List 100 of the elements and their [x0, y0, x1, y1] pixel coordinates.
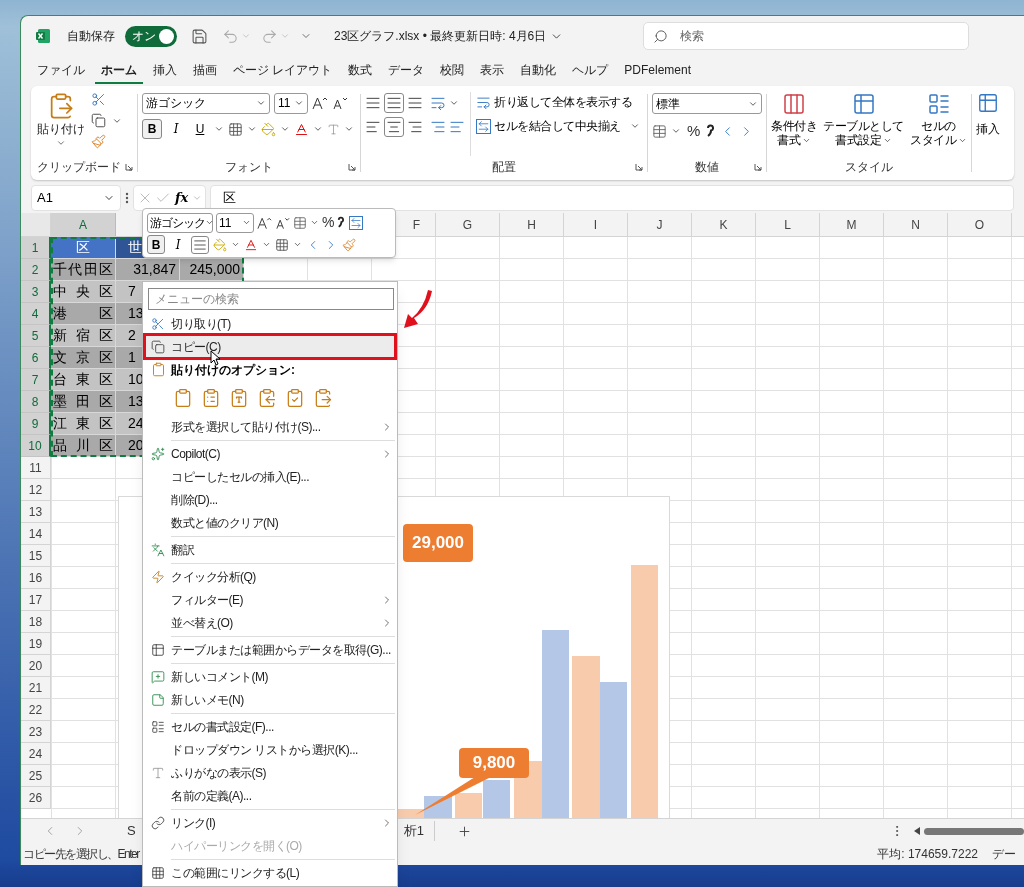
redo-icon[interactable]: [261, 27, 278, 45]
column-header[interactable]: L: [756, 213, 820, 236]
align-bottom-icon[interactable]: [407, 95, 423, 111]
column-header[interactable]: H: [500, 213, 564, 236]
menu-item[interactable]: セルの書式設定(F)...: [145, 715, 395, 738]
row-header[interactable]: 24: [21, 743, 51, 765]
more-options-icon[interactable]: [125, 192, 129, 204]
clipboard-list-icon[interactable]: [201, 388, 221, 408]
row-header[interactable]: 17: [21, 589, 51, 611]
format-painter-icon[interactable]: [342, 237, 356, 252]
row-header[interactable]: 18: [21, 611, 51, 633]
row-header[interactable]: 10: [21, 435, 51, 457]
column-header[interactable]: J: [628, 213, 692, 236]
font-color-icon[interactable]: [244, 237, 258, 252]
align-center-icon[interactable]: [384, 117, 404, 137]
ribbon-tab[interactable]: ヘルプ: [566, 58, 615, 84]
align-right-icon[interactable]: [407, 119, 423, 135]
row-header[interactable]: 15: [21, 545, 51, 567]
add-sheet-icon[interactable]: [456, 823, 472, 839]
font-color-icon[interactable]: [294, 121, 309, 137]
column-header[interactable]: O: [948, 213, 1012, 236]
horizontal-scrollbar[interactable]: [924, 827, 1024, 835]
menu-item[interactable]: テーブルまたは範囲からデータを取得(G)...: [145, 638, 395, 661]
search-field[interactable]: 検索: [643, 22, 970, 50]
text-format-button[interactable]: U: [190, 119, 210, 139]
ribbon-tab[interactable]: 挿入: [147, 58, 183, 84]
menu-item[interactable]: この範囲にリンクする(L): [145, 861, 395, 884]
name-box[interactable]: A1: [31, 185, 121, 211]
menu-item[interactable]: 並べ替え(O): [145, 611, 395, 634]
row-header[interactable]: 12: [21, 479, 51, 501]
font-name-dropdown[interactable]: 游ゴシック: [142, 92, 270, 114]
row-header[interactable]: 13: [21, 501, 51, 523]
ribbon-tab[interactable]: PDFelement: [618, 58, 698, 84]
menu-item[interactable]: リンク(I): [145, 811, 395, 834]
row-header[interactable]: 23: [21, 721, 51, 743]
ribbon-tab[interactable]: データ: [382, 58, 431, 84]
insert-cells-button[interactable]: 挿入: [976, 90, 1000, 176]
format-painter-icon[interactable]: [91, 134, 106, 149]
font-size-dropdown[interactable]: 11: [274, 92, 308, 114]
text-format-button[interactable]: B: [147, 235, 165, 254]
borders-icon[interactable]: [228, 121, 243, 137]
percent-style-button[interactable]: %: [322, 212, 335, 233]
row-header[interactable]: 25: [21, 765, 51, 787]
row-header[interactable]: 3: [21, 281, 51, 303]
menu-item[interactable]: 新しいメモ(N): [145, 688, 395, 711]
row-header[interactable]: 14: [21, 523, 51, 545]
ribbon-tab[interactable]: 描画: [187, 58, 223, 84]
style-button[interactable]: テーブルとして 書式設定: [823, 90, 904, 158]
sheet-tab[interactable]: S: [127, 821, 136, 841]
column-header[interactable]: I: [564, 213, 628, 236]
menu-item[interactable]: 翻訳: [145, 538, 395, 561]
font-size-dropdown[interactable]: 11: [216, 212, 254, 233]
row-header[interactable]: 4: [21, 303, 51, 325]
paste-button[interactable]: 貼り付け: [37, 90, 85, 158]
row-header[interactable]: 9: [21, 413, 51, 435]
clipboard-copy-icon[interactable]: [257, 388, 277, 408]
merge-cells-icon[interactable]: [349, 215, 364, 230]
row-header[interactable]: 6: [21, 347, 51, 369]
decrease-font-size-icon[interactable]: [332, 96, 348, 110]
dialog-launcher-icon[interactable]: [635, 163, 643, 171]
fill-color-icon[interactable]: [261, 121, 276, 137]
column-header[interactable]: A: [51, 213, 116, 236]
row-header[interactable]: 2: [21, 259, 51, 281]
ribbon-tab[interactable]: ページ レイアウト: [227, 58, 339, 84]
menu-item[interactable]: 数式と値のクリア(N): [145, 511, 395, 534]
sheet-tab[interactable]: 析1: [403, 821, 435, 841]
ribbon-tab[interactable]: ホーム: [95, 58, 143, 84]
row-header[interactable]: 11: [21, 457, 51, 479]
undo-icon[interactable]: [222, 27, 239, 45]
align-center-icon[interactable]: [191, 235, 209, 254]
menu-item[interactable]: コピー(C): [145, 335, 395, 358]
increase-font-size-icon[interactable]: [312, 96, 328, 110]
menu-item[interactable]: ふりがなの表示(S): [145, 761, 395, 784]
scissors-icon[interactable]: [91, 92, 106, 107]
clipboard-icon[interactable]: [173, 388, 193, 408]
column-header[interactable]: K: [692, 213, 756, 236]
row-header[interactable]: 26: [21, 787, 51, 809]
borders-icon[interactable]: [275, 237, 289, 252]
style-button[interactable]: 条件付き 書式: [771, 90, 817, 158]
column-header[interactable]: N: [884, 213, 948, 236]
column-header[interactable]: M: [820, 213, 884, 236]
row-header[interactable]: 22: [21, 699, 51, 721]
row-header[interactable]: 1: [21, 237, 51, 259]
percent-style-button[interactable]: %: [685, 120, 703, 143]
menu-item[interactable]: フィルター(E): [145, 588, 395, 611]
clipboard-type-icon[interactable]: [229, 388, 249, 408]
menu-item[interactable]: コピーしたセルの挿入(E)...: [145, 465, 395, 488]
text-format-button[interactable]: I: [166, 119, 186, 139]
ribbon-tab[interactable]: 自動化: [514, 58, 563, 84]
row-header[interactable]: 16: [21, 567, 51, 589]
decrease-font-size-icon[interactable]: [275, 215, 290, 230]
save-icon[interactable]: [191, 27, 208, 45]
text-format-button[interactable]: B: [142, 119, 162, 139]
menu-item[interactable]: ドロップダウン リストから選択(K)...: [145, 738, 395, 761]
row-header[interactable]: 19: [21, 633, 51, 655]
column-header[interactable]: G: [436, 213, 500, 236]
scroll-left-arrow-icon[interactable]: [914, 827, 920, 835]
insert-function-button[interactable]: fx: [173, 188, 191, 208]
file-title[interactable]: 23区グラフ.xlsx • 最終更新日時: 4月6日: [334, 27, 564, 45]
row-header[interactable]: 21: [21, 677, 51, 699]
